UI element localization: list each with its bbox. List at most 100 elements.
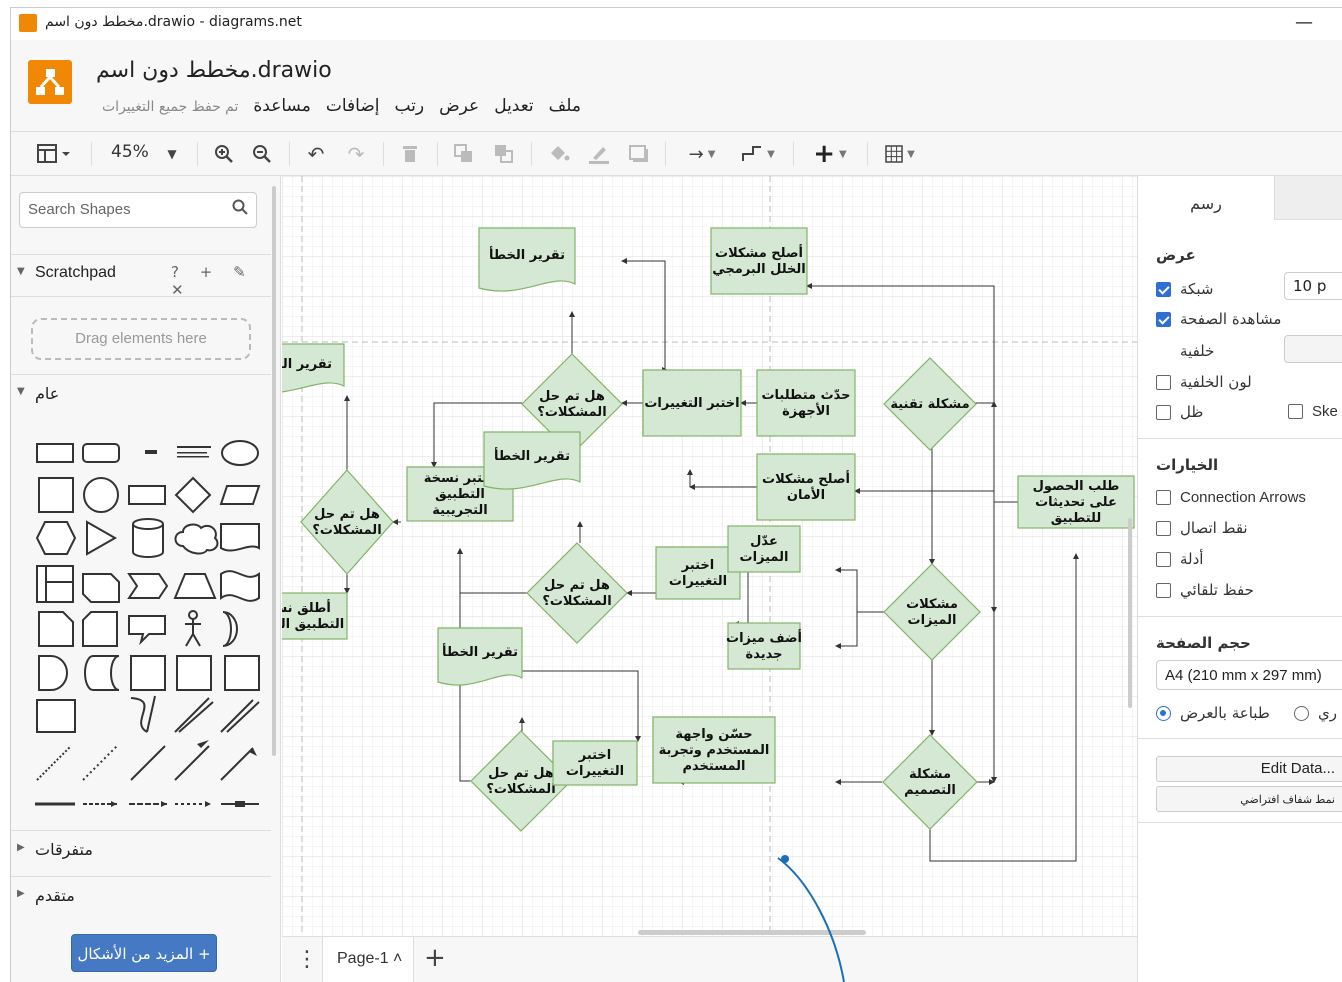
cube-shape-icon[interactable] (82, 573, 120, 603)
connection-points-checkbox[interactable] (1156, 520, 1171, 536)
horizontal-scrollbar[interactable] (638, 930, 866, 935)
shape-library-grid[interactable] (21, 434, 261, 814)
page-view-option[interactable]: مشاهدة الصفحة (1156, 310, 1281, 328)
zoom-out-icon[interactable] (249, 140, 275, 168)
menu-item-2[interactable]: عرض (439, 96, 479, 116)
shadow-icon[interactable] (625, 140, 653, 168)
note-shape-icon[interactable] (38, 611, 74, 647)
background-button[interactable] (1284, 335, 1342, 363)
delay-shape-icon[interactable] (38, 655, 68, 691)
general-section[interactable]: ▼ عام (11, 374, 271, 412)
internal-storage-shape-icon[interactable] (36, 565, 74, 603)
menu-item-5[interactable]: مساعدة (253, 96, 310, 116)
connection-arrows-option[interactable]: Connection Arrows (1156, 489, 1306, 506)
rounded-rectangle-shape-icon[interactable] (82, 443, 120, 463)
zoom-dropdown-icon[interactable]: ▼ (161, 140, 183, 168)
tab-style[interactable] (1274, 176, 1342, 220)
node-improve-ui[interactable]: حسّن واجهة المستخدم وتجربة المستخدم (652, 716, 776, 784)
guides-checkbox[interactable] (1156, 551, 1171, 567)
swimlane-shape-icon[interactable] (176, 655, 212, 691)
line-color-icon[interactable] (585, 140, 613, 168)
guides-option[interactable]: أدلة (1156, 550, 1203, 568)
to-front-icon[interactable] (451, 140, 477, 168)
cylinder-shape-icon[interactable] (131, 518, 164, 558)
page-tab-1[interactable]: Page-1 ˄ (322, 937, 414, 982)
node-release[interactable]: أطلق نسخةالتطبيق الجديدة (282, 592, 348, 640)
card-shape-icon[interactable] (82, 611, 118, 647)
diamond-shape-icon[interactable] (174, 476, 212, 514)
default-style-button[interactable]: نمط شفاف افتراضي (1156, 786, 1342, 812)
node-update-hw[interactable]: حدّث متطلبات الأجهزة (756, 369, 856, 437)
or-shape-icon[interactable] (222, 611, 238, 647)
edit-data-button[interactable]: Edit Data... (1156, 756, 1342, 782)
node-test-changes-3[interactable]: اختبر التغييرات (552, 740, 638, 786)
connection-style-icon[interactable]: → ▼ (679, 140, 725, 168)
menu-item-3[interactable]: رتب (394, 96, 424, 116)
misc-section[interactable]: ▶ متفرقات (11, 830, 271, 868)
grid-checkbox[interactable] (1156, 281, 1171, 297)
curve-shape-icon[interactable] (130, 695, 156, 733)
page-view-checkbox[interactable] (1156, 311, 1171, 327)
page-size-select[interactable]: A4 (210 mm x 297 mm) (1156, 660, 1342, 690)
shadow-option[interactable]: ظل (1156, 403, 1203, 421)
diagram-canvas[interactable]: أصلح مشكلات الخلل البرمجي تقرير الخطأ هل تم… (282, 176, 1137, 936)
bg-color-option[interactable]: لون الخلفية (1156, 373, 1252, 391)
node-add-features[interactable]: أضف ميزات جديدة (726, 622, 802, 670)
node-test-changes-1[interactable]: اختبر التغييرات (642, 369, 742, 437)
landscape-radio[interactable] (1156, 705, 1171, 721)
waypoints-icon[interactable]: ▼ (735, 140, 781, 168)
callout-shape-icon[interactable] (128, 615, 166, 646)
triangle-shape-icon[interactable] (86, 520, 118, 556)
square-shape-icon[interactable] (38, 477, 74, 513)
dotted-line-2-icon[interactable] (82, 745, 118, 781)
dotted-line-icon[interactable] (36, 745, 72, 781)
scratchpad-section[interactable]: ▼ Scratchpad ? + ✎ ✕ (11, 254, 271, 299)
zoom-level[interactable]: 45% (111, 142, 149, 162)
format-panel-toggle-icon[interactable] (33, 140, 73, 168)
redo-icon[interactable]: ↷ (343, 140, 369, 168)
node-fix-bugs[interactable]: أصلح مشكلات الخلل البرمجي (710, 227, 808, 295)
node-request-updates[interactable]: طلب الحصول على تحديثات للتطبيق (1017, 475, 1135, 529)
hexagon-shape-icon[interactable] (35, 521, 77, 555)
sketch-checkbox[interactable] (1288, 404, 1303, 419)
insert-plus-icon[interactable]: + ▼ (807, 139, 853, 169)
menu-item-0[interactable]: ملف (549, 96, 581, 116)
line-icon[interactable] (130, 745, 166, 781)
table-icon[interactable]: ▼ (879, 140, 921, 168)
grid-option[interactable]: شبكة (1156, 280, 1213, 298)
right-scrollbar[interactable] (1128, 518, 1132, 708)
minimize-button[interactable]: — (1295, 12, 1313, 33)
menu-item-4[interactable]: إضافات (326, 96, 380, 116)
sketch-option[interactable]: Ske (1288, 403, 1338, 420)
fill-color-icon[interactable] (545, 140, 573, 168)
trapezoid-shape-icon[interactable] (173, 573, 217, 599)
container-shape-icon[interactable] (130, 655, 166, 691)
textbox-shape-icon[interactable] (177, 446, 211, 448)
stored-data-shape-icon[interactable] (84, 655, 120, 691)
connection-arrows-checkbox[interactable] (1156, 490, 1171, 505)
ellipse-shape-icon[interactable] (221, 440, 259, 466)
text-shape-icon[interactable] (145, 450, 157, 454)
portrait-radio[interactable] (1294, 705, 1309, 721)
portrait-option[interactable]: ري (1294, 704, 1337, 722)
vertical-container-shape-icon[interactable] (224, 655, 260, 691)
arrow-shape-icon[interactable] (220, 699, 260, 733)
bg-color-checkbox[interactable] (1156, 374, 1171, 390)
bidirectional-line-icon[interactable] (174, 745, 210, 781)
circle-shape-icon[interactable] (83, 477, 119, 513)
add-page-icon[interactable]: + (424, 943, 446, 973)
landscape-option[interactable]: طباعة بالعرض (1156, 704, 1270, 722)
connection-points-option[interactable]: نقط اتصال (1156, 519, 1248, 537)
directional-line-icon[interactable] (220, 747, 254, 781)
step-shape-icon[interactable] (127, 573, 169, 599)
tape-shape-icon[interactable] (220, 570, 260, 602)
list-shape-icon[interactable] (36, 699, 76, 733)
zoom-in-icon[interactable] (211, 140, 237, 168)
cloud-shape-icon[interactable] (174, 523, 219, 555)
search-input[interactable]: Search Shapes (19, 192, 257, 228)
search-icon[interactable] (232, 199, 248, 220)
undo-icon[interactable]: ↶ (303, 140, 329, 168)
tab-diagram[interactable]: رسم (1138, 176, 1274, 220)
bidirectional-arrow-icon[interactable] (174, 697, 214, 733)
scratchpad-drop-zone[interactable]: Drag elements here (31, 318, 251, 360)
